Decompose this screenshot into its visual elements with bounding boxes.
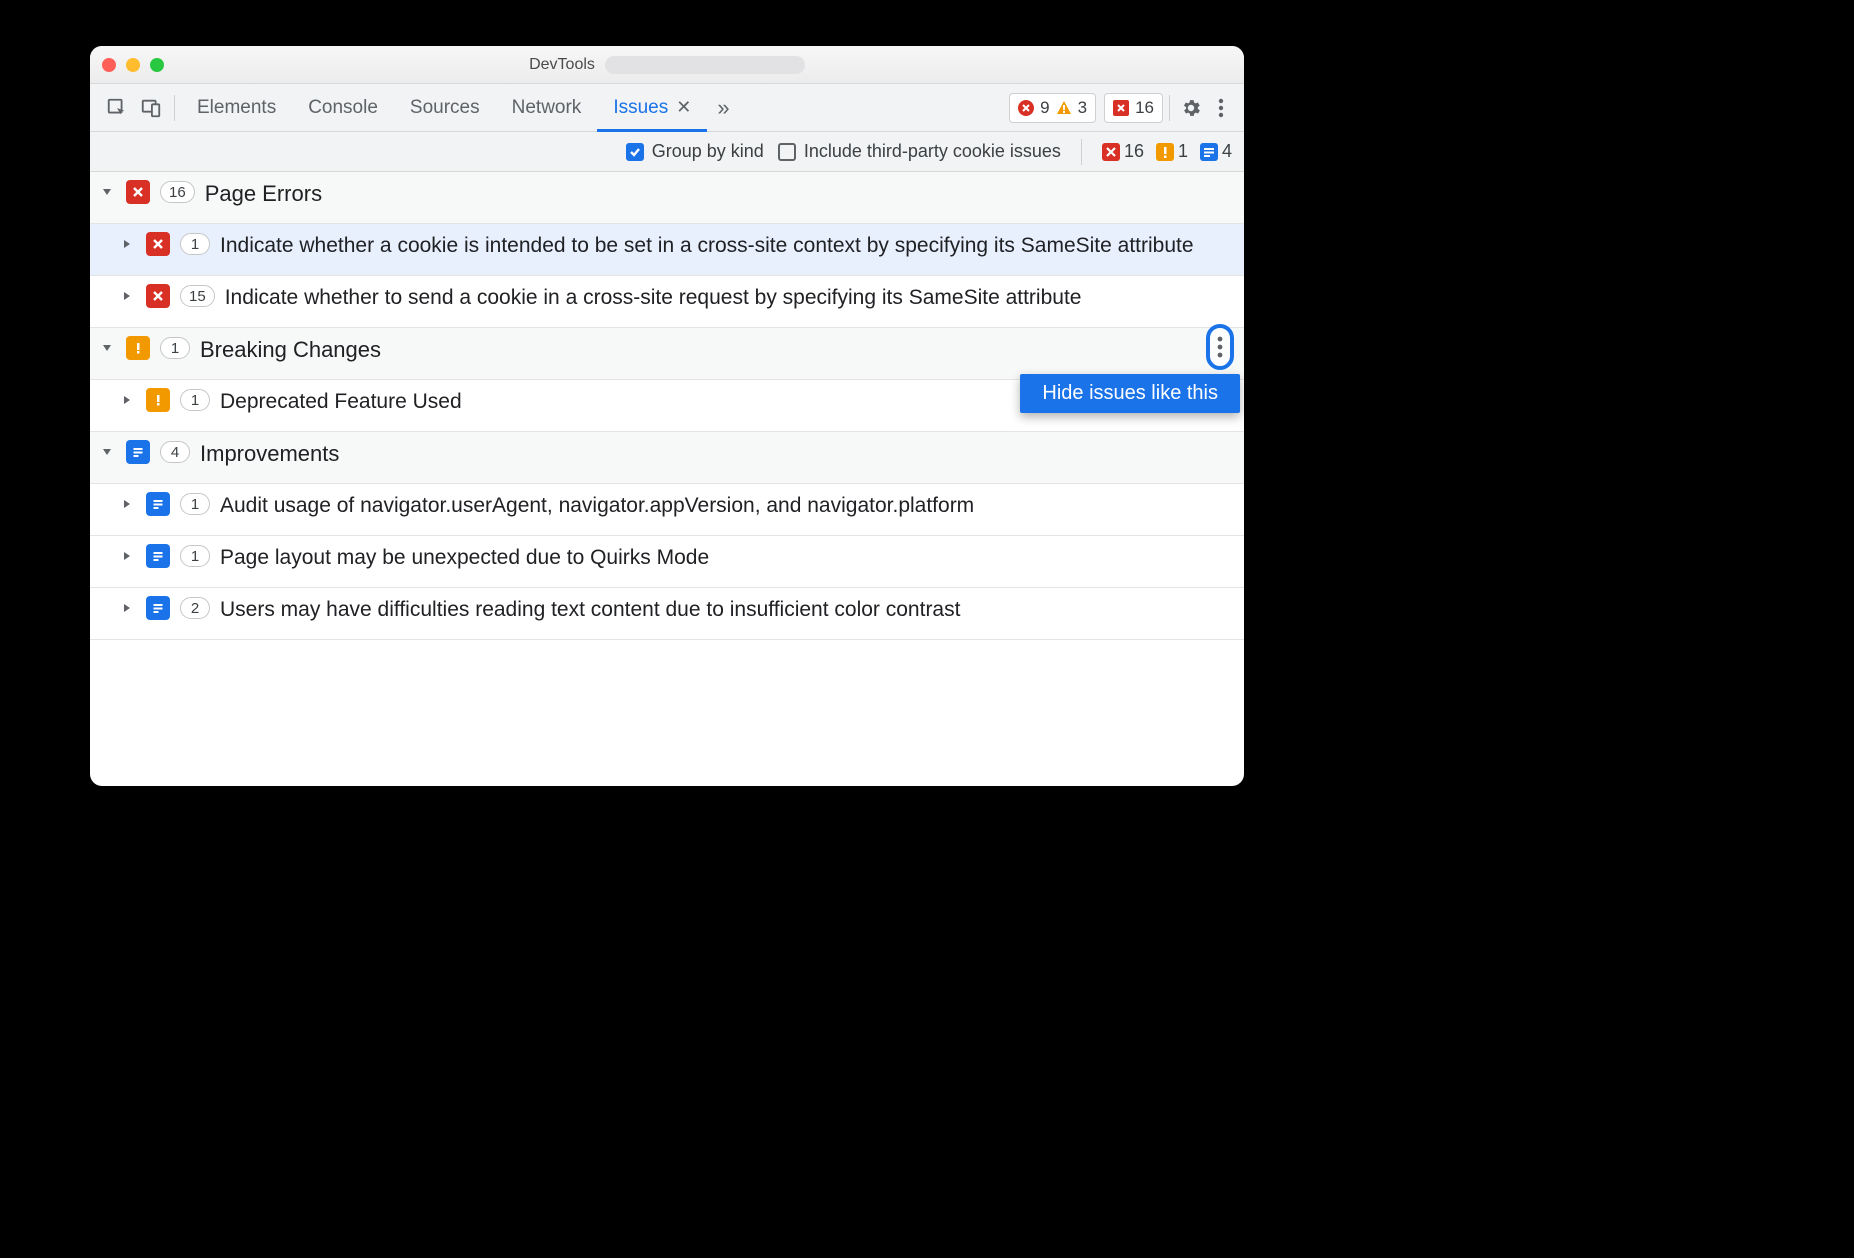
expand-arrow-icon[interactable] — [98, 178, 116, 206]
issue-label: Breaking Changes — [200, 334, 1230, 365]
settings-button[interactable] — [1176, 93, 1206, 123]
devtools-window: DevTools Elements Console Sources Networ… — [90, 46, 1244, 786]
expand-arrow-icon[interactable] — [118, 490, 136, 518]
issue-label: Improvements — [200, 438, 1230, 469]
checkbox-icon — [778, 143, 796, 161]
issue-count-badge: 1 — [180, 545, 210, 567]
issue-category-row[interactable]: 4 Improvements — [90, 432, 1244, 484]
toolbar-separator — [1169, 95, 1170, 121]
issue-count-badge: 4 — [160, 441, 190, 463]
issue-row[interactable]: 2 Users may have difficulties reading tex… — [90, 588, 1244, 640]
window-title: DevTools — [90, 56, 1244, 74]
issues-filter-bar: Group by kind Include third-party cookie… — [90, 132, 1244, 172]
expand-arrow-icon[interactable] — [118, 230, 136, 258]
titlebar: DevTools — [90, 46, 1244, 84]
issue-row[interactable]: 1 Audit usage of navigator.userAgent, nav… — [90, 484, 1244, 536]
warning-count[interactable]: 1 — [1156, 141, 1188, 162]
main-menu-button[interactable] — [1206, 93, 1236, 123]
error-badge-icon — [1102, 143, 1120, 161]
more-tabs-button[interactable]: » — [707, 95, 739, 121]
error-square-icon — [1113, 100, 1129, 116]
issue-count-badge: 15 — [180, 285, 215, 307]
issue-kind-icon — [146, 596, 170, 620]
zoom-window-button[interactable] — [150, 58, 164, 72]
issue-kind-icon — [126, 440, 150, 464]
minimize-window-button[interactable] — [126, 58, 140, 72]
toolbar-separator — [174, 95, 175, 121]
issue-count-badge: 1 — [180, 493, 210, 515]
issue-kind-icon — [146, 284, 170, 308]
issue-label: Users may have difficulties reading text… — [220, 594, 1230, 623]
close-tab-icon[interactable]: ✕ — [676, 97, 691, 118]
issue-label: Page Errors — [205, 178, 1230, 209]
expand-arrow-icon[interactable] — [118, 386, 136, 414]
window-controls — [102, 58, 164, 72]
issue-label: Indicate whether a cookie is intended to… — [220, 230, 1230, 259]
tab-elements[interactable]: Elements — [181, 84, 292, 132]
tab-network[interactable]: Network — [496, 84, 598, 132]
console-status-pill[interactable]: 9 3 — [1009, 93, 1096, 123]
expand-arrow-icon[interactable] — [118, 542, 136, 570]
issue-kind-icon — [146, 232, 170, 256]
expand-arrow-icon[interactable] — [98, 334, 116, 362]
issues-status-pill[interactable]: 16 — [1104, 93, 1163, 123]
group-by-kind-checkbox[interactable]: Group by kind — [626, 141, 764, 162]
error-circle-icon — [1018, 100, 1034, 116]
issue-count-badge: 1 — [180, 389, 210, 411]
hide-issues-context-menu[interactable]: Hide issues like this — [1020, 374, 1240, 413]
device-toolbar-button[interactable] — [134, 91, 168, 125]
issue-counts: 16 1 4 — [1102, 141, 1232, 162]
issue-category-row[interactable]: 16 Page Errors — [90, 172, 1244, 224]
warning-badge-icon — [1156, 143, 1174, 161]
issue-label: Audit usage of navigator.userAgent, navi… — [220, 490, 1230, 519]
issue-count-badge: 2 — [180, 597, 210, 619]
issue-row[interactable]: 1 Indicate whether a cookie is intended t… — [90, 224, 1244, 276]
issue-label: Page layout may be unexpected due to Qui… — [220, 542, 1230, 571]
issue-label: Indicate whether to send a cookie in a c… — [225, 282, 1230, 311]
close-window-button[interactable] — [102, 58, 116, 72]
issue-kind-icon — [126, 336, 150, 360]
issue-kind-icon — [146, 492, 170, 516]
expand-arrow-icon[interactable] — [98, 438, 116, 466]
issue-row[interactable]: 15 Indicate whether to send a cookie in a… — [90, 276, 1244, 328]
issue-count-badge: 16 — [160, 181, 195, 203]
expand-arrow-icon[interactable] — [118, 594, 136, 622]
issue-kind-icon — [126, 180, 150, 204]
window-title-text: DevTools — [529, 56, 595, 74]
window-title-url-pill — [605, 56, 805, 74]
kebab-icon — [1217, 335, 1223, 359]
gear-icon — [1180, 97, 1202, 119]
issue-row[interactable]: 1 Page layout may be unexpected due to Qu… — [90, 536, 1244, 588]
issue-count-badge: 1 — [160, 337, 190, 359]
expand-arrow-icon[interactable] — [118, 282, 136, 310]
tab-sources[interactable]: Sources — [394, 84, 496, 132]
issue-row-menu-button[interactable] — [1206, 324, 1234, 370]
issue-kind-icon — [146, 544, 170, 568]
main-toolbar: Elements Console Sources Network Issues … — [90, 84, 1244, 132]
inspect-element-button[interactable] — [100, 91, 134, 125]
issues-list: 16 Page Errors 1 Indicate whether a cookie … — [90, 172, 1244, 640]
info-count[interactable]: 4 — [1200, 141, 1232, 162]
issue-count-badge: 1 — [180, 233, 210, 255]
issue-kind-icon — [146, 388, 170, 412]
filter-separator — [1081, 139, 1082, 165]
tab-issues[interactable]: Issues ✕ — [597, 84, 707, 132]
info-badge-icon — [1200, 143, 1218, 161]
issue-category-row[interactable]: 1 Breaking Changes — [90, 328, 1244, 380]
include-third-party-checkbox[interactable]: Include third-party cookie issues — [778, 141, 1061, 162]
checkbox-icon — [626, 143, 644, 161]
error-count[interactable]: 16 — [1102, 141, 1144, 162]
warning-triangle-icon — [1056, 100, 1072, 116]
kebab-icon — [1218, 98, 1224, 118]
tab-console[interactable]: Console — [292, 84, 394, 132]
